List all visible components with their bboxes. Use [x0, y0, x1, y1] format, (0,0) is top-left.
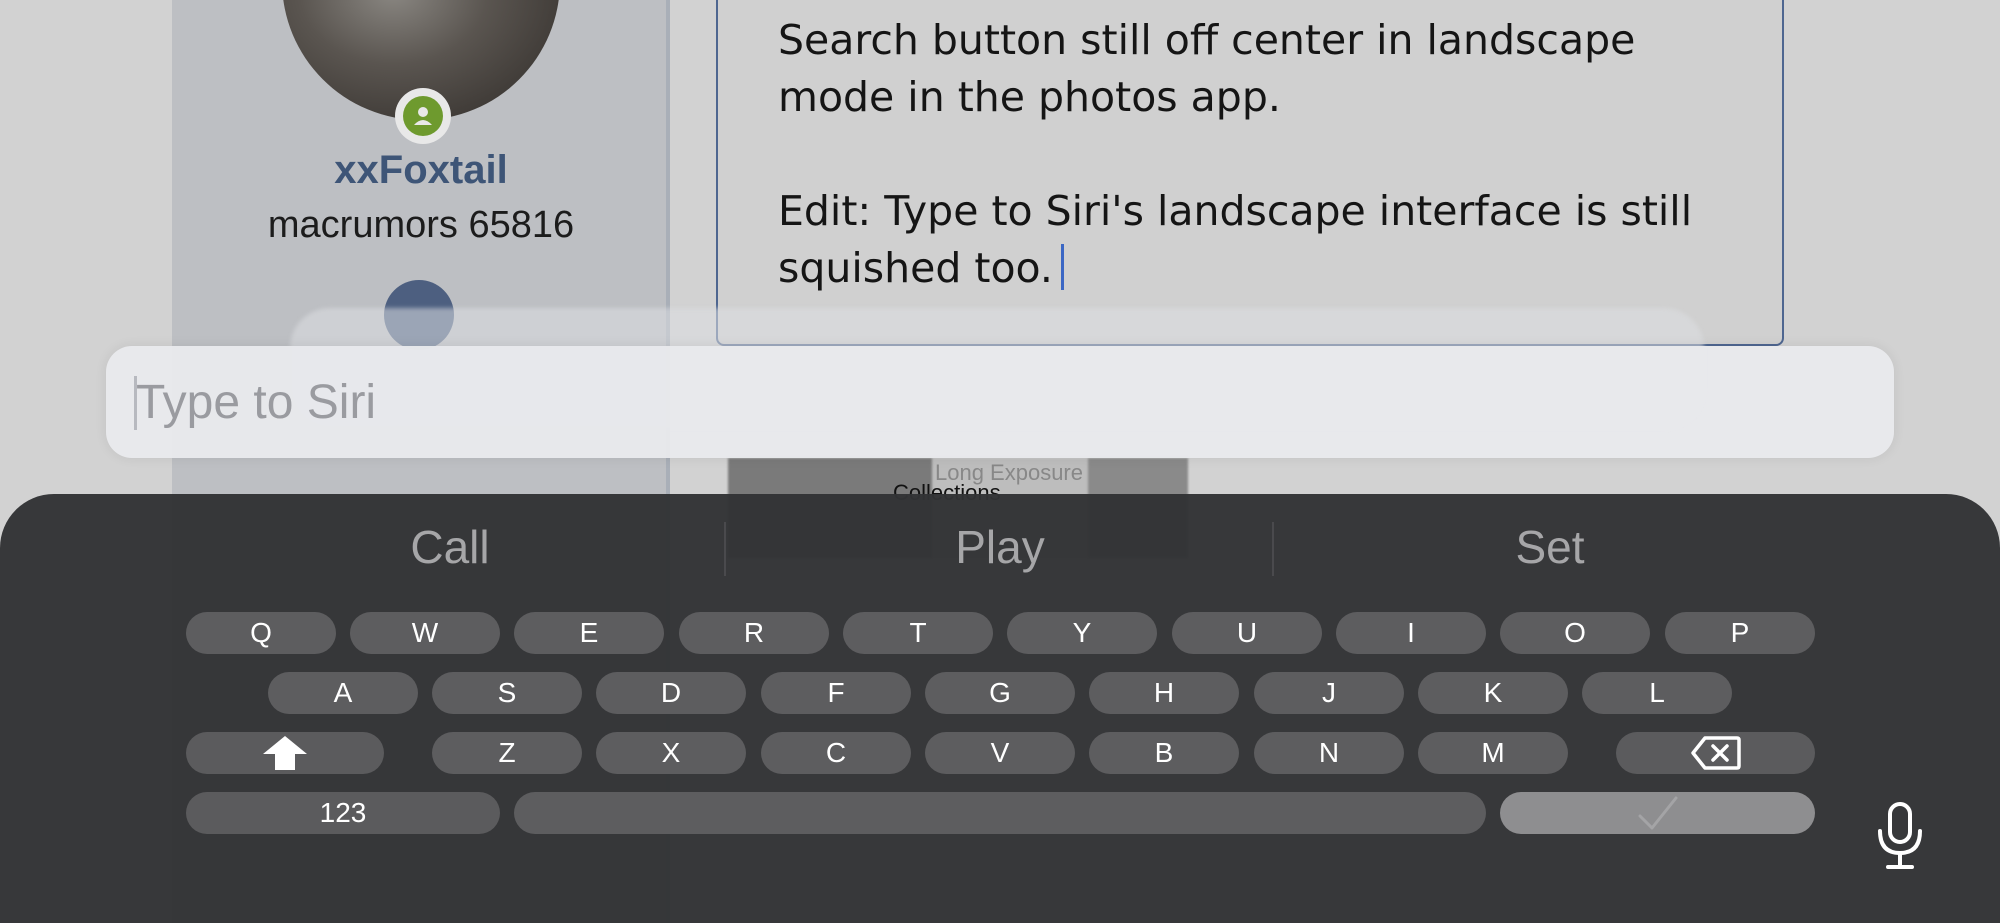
key-t[interactable]: T	[843, 612, 993, 654]
siri-input-caret	[134, 376, 137, 430]
profile-rank: macrumors 65816	[267, 204, 575, 246]
backspace-icon	[1690, 736, 1741, 770]
editor-paragraph-1: Search button still off center in landsc…	[778, 16, 1636, 121]
suggestion-call[interactable]: Call	[170, 514, 730, 580]
key-g[interactable]: G	[925, 672, 1075, 714]
microphone-icon	[1878, 802, 1922, 869]
key-c[interactable]: C	[761, 732, 911, 774]
key-z[interactable]: Z	[432, 732, 582, 774]
numbers-key[interactable]: 123	[186, 792, 500, 834]
text-cursor	[1060, 244, 1064, 290]
key-n[interactable]: N	[1254, 732, 1404, 774]
key-a[interactable]: A	[268, 672, 418, 714]
key-w[interactable]: W	[350, 612, 500, 654]
key-d[interactable]: D	[596, 672, 746, 714]
key-j[interactable]: J	[1254, 672, 1404, 714]
checkmark-icon	[1638, 796, 1677, 830]
key-m[interactable]: M	[1418, 732, 1568, 774]
key-f[interactable]: F	[761, 672, 911, 714]
person-icon	[403, 96, 443, 136]
key-x[interactable]: X	[596, 732, 746, 774]
space-bar[interactable]	[514, 792, 1486, 834]
delete-key[interactable]	[1616, 732, 1815, 774]
key-v[interactable]: V	[925, 732, 1075, 774]
key-u[interactable]: U	[1172, 612, 1322, 654]
key-p[interactable]: P	[1665, 612, 1815, 654]
profile-username[interactable]: xxFoxtail	[172, 148, 670, 193]
onscreen-keyboard: Call Play Set Q W E R T Y U I O P A S D …	[0, 494, 2000, 923]
shift-up-arrow-icon	[263, 736, 307, 770]
key-k[interactable]: K	[1418, 672, 1568, 714]
key-q[interactable]: Q	[186, 612, 336, 654]
key-e[interactable]: E	[514, 612, 664, 654]
shift-key[interactable]	[186, 732, 384, 774]
key-l[interactable]: L	[1582, 672, 1732, 714]
suggestion-play[interactable]: Play	[720, 514, 1280, 580]
type-to-siri-field[interactable]	[106, 346, 1894, 458]
key-b[interactable]: B	[1089, 732, 1239, 774]
key-r[interactable]: R	[679, 612, 829, 654]
online-status-badge	[395, 88, 451, 144]
key-i[interactable]: I	[1336, 612, 1486, 654]
editor-paragraph-2-text: Edit: Type to Siri's landscape interface…	[778, 187, 1693, 292]
return-key[interactable]	[1500, 792, 1815, 834]
key-h[interactable]: H	[1089, 672, 1239, 714]
key-s[interactable]: S	[432, 672, 582, 714]
suggestion-set[interactable]: Set	[1270, 514, 1830, 580]
reply-editor-text[interactable]: Search button still off center in landsc…	[778, 12, 1758, 297]
key-o[interactable]: O	[1500, 612, 1650, 654]
key-y[interactable]: Y	[1007, 612, 1157, 654]
editor-paragraph-2: Edit: Type to Siri's landscape interface…	[778, 183, 1758, 297]
dictation-button[interactable]	[1872, 800, 1928, 872]
type-to-siri-input[interactable]	[136, 364, 1836, 440]
